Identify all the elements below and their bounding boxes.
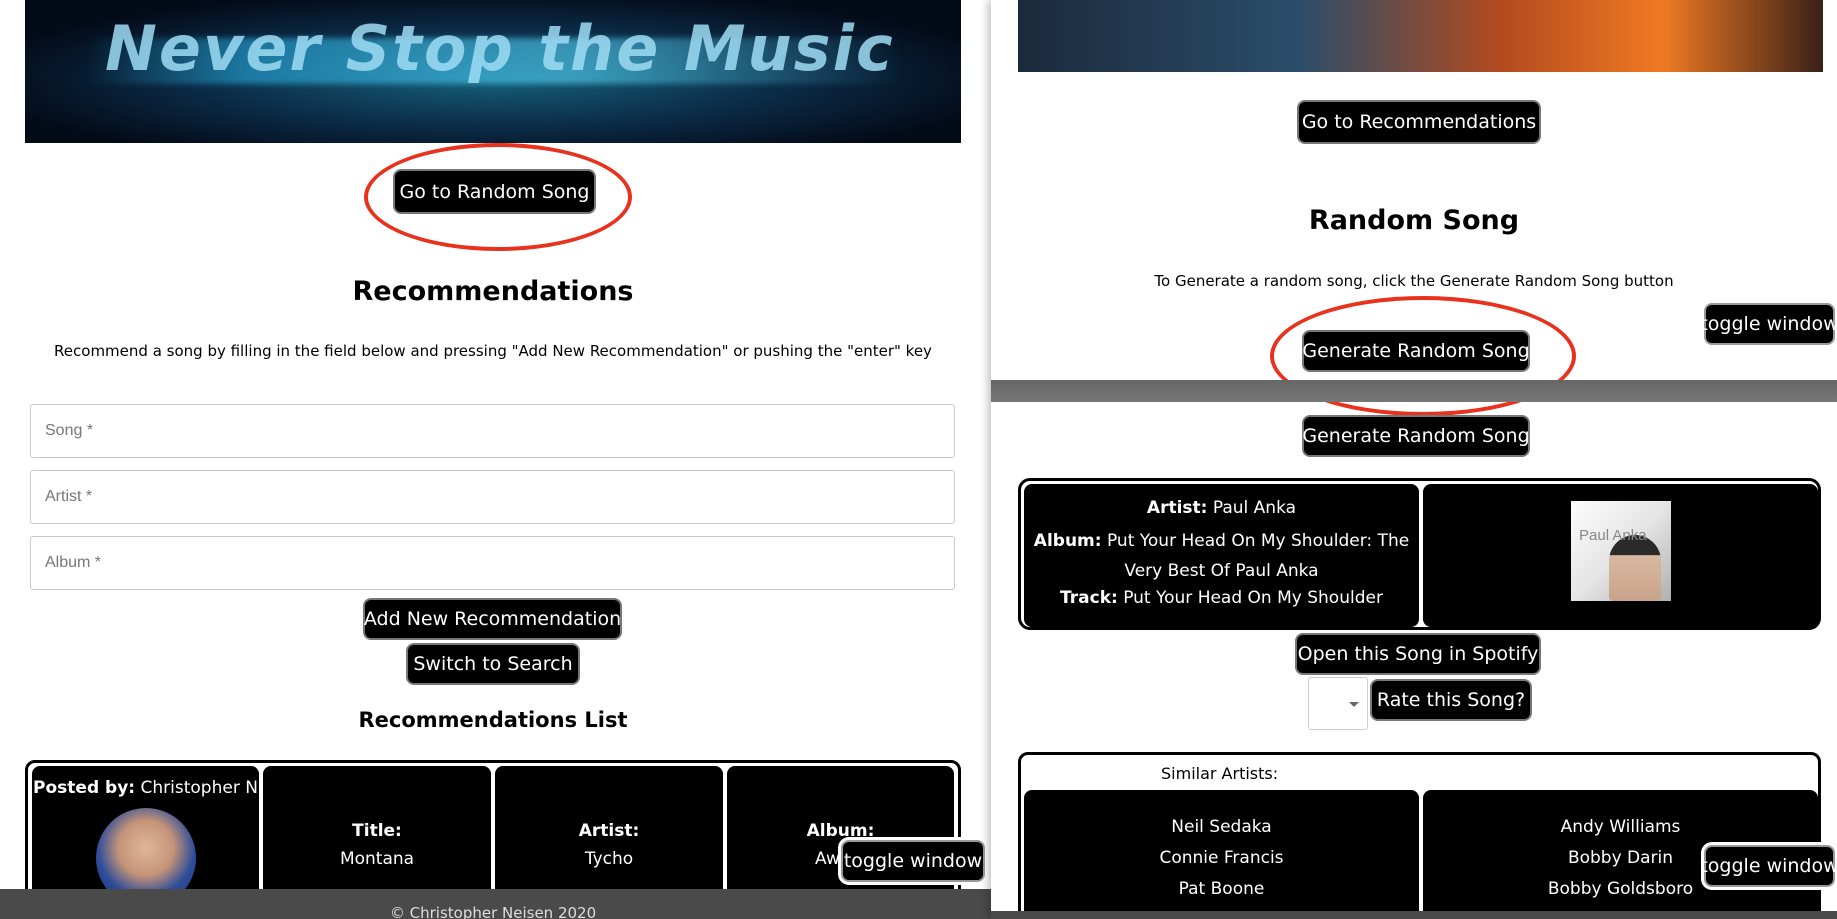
random-song-window: Go to Recommendations Random Song To Gen…: [991, 0, 1837, 919]
site-banner: Never Stop the Music: [25, 0, 961, 143]
artist-value: Tycho: [584, 849, 634, 869]
title-value: Montana: [339, 849, 415, 869]
chevron-down-icon: [1349, 702, 1359, 707]
album-label: Album:: [806, 821, 875, 841]
rate-song-button[interactable]: Rate this Song?: [1372, 681, 1530, 719]
track-value: Put Your Head On My Shoulder: [1123, 588, 1383, 608]
recommendations-list-heading: Recommendations List: [358, 708, 628, 732]
cover-text: Paul Anka: [1579, 527, 1647, 544]
random-song-banner: [1018, 0, 1823, 72]
similar-artist: Pat Boone: [1178, 879, 1265, 899]
rating-select[interactable]: [1308, 677, 1368, 730]
similar-artist: Andy Williams: [1560, 817, 1681, 837]
switch-to-search-button[interactable]: Switch to Search: [408, 645, 578, 683]
toggle-window-button[interactable]: toggle window: [1700, 305, 1837, 343]
toggle-window-button[interactable]: toggle window: [843, 842, 983, 880]
go-to-recommendations-button[interactable]: Go to Recommendations: [1299, 102, 1539, 142]
footer-text: © Christopher Neisen 2020: [389, 904, 597, 919]
similar-artists-card: Similar Artists: Neil Sedaka Connie Fran…: [1018, 752, 1821, 919]
posted-by-label: Posted by:: [33, 778, 136, 798]
similar-artists-label: Similar Artists:: [1161, 764, 1279, 783]
album-value: Put Your Head On My Shoulder: The Very B…: [1106, 531, 1410, 581]
page-title: Recommendations: [352, 276, 634, 307]
song-info: Artist: Paul Anka Album: Put Your Head O…: [1024, 484, 1419, 627]
posted-by-value: Christopher N: [140, 778, 258, 798]
song-card: Artist: Paul Anka Album: Put Your Head O…: [1018, 478, 1821, 630]
random-song-title: Random Song: [1308, 205, 1520, 236]
similar-artist: Neil Sedaka: [1171, 817, 1272, 837]
recommendations-window: Never Stop the Music Go to Random Song R…: [0, 0, 991, 919]
song-input[interactable]: Song *: [30, 404, 955, 458]
window-divider: [991, 380, 1837, 402]
footer-bar: [991, 911, 1837, 919]
artist-label: Artist:: [578, 821, 640, 841]
banner-title: Never Stop the Music: [105, 12, 895, 85]
similar-artists-left: Neil Sedaka Connie Francis Pat Boone: [1024, 790, 1419, 919]
album-cover-image: Paul Anka: [1571, 501, 1671, 601]
toggle-window-button[interactable]: toggle window: [1700, 847, 1837, 885]
title-label: Title:: [352, 821, 402, 841]
add-recommendation-button[interactable]: Add New Recommendation: [364, 600, 621, 638]
generate-random-song-button[interactable]: Generate Random Song: [1302, 332, 1530, 370]
album-art-cell: Paul Anka: [1423, 484, 1818, 627]
open-in-spotify-button[interactable]: Open this Song in Spotify: [1297, 635, 1539, 673]
album-label: Album:: [1033, 531, 1102, 551]
artist-input[interactable]: Artist *: [30, 470, 955, 524]
generate-random-song-button-duplicate[interactable]: Generate Random Song: [1302, 417, 1530, 455]
album-input[interactable]: Album *: [30, 536, 955, 590]
track-label: Track:: [1060, 588, 1118, 608]
random-song-instructions: To Generate a random song, click the Gen…: [1154, 272, 1674, 290]
similar-artist: Connie Francis: [1159, 848, 1284, 868]
instructions-text: Recommend a song by filling in the field…: [54, 342, 932, 360]
go-to-random-song-button[interactable]: Go to Random Song: [395, 171, 594, 212]
artist-label: Artist:: [1146, 498, 1208, 518]
artist-value: Paul Anka: [1212, 498, 1297, 518]
